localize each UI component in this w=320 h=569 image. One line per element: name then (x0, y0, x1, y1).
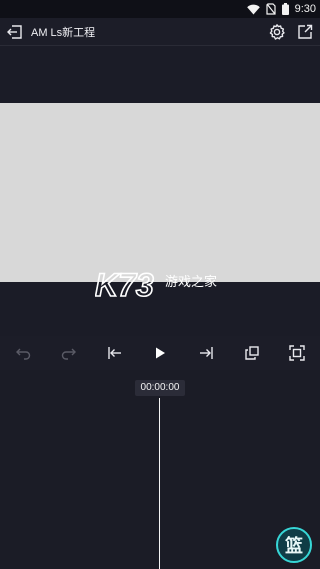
status-time: 9:30 (294, 3, 316, 15)
play-icon[interactable] (151, 344, 169, 362)
settings-icon[interactable] (268, 23, 286, 41)
video-preview[interactable] (0, 103, 320, 282)
playback-toolbar (0, 336, 320, 370)
playhead-line[interactable] (159, 398, 160, 569)
undo-icon[interactable] (14, 344, 32, 362)
redo-icon[interactable] (60, 344, 78, 362)
wifi-icon (246, 4, 260, 15)
timeline-area[interactable]: 00:00:00 (0, 370, 320, 569)
skip-to-end-icon[interactable] (197, 344, 215, 362)
app-bar: AM Ls新工程 (0, 18, 320, 46)
floating-action-glyph: 篮 (285, 536, 303, 557)
project-title: AM Ls新工程 (31, 27, 96, 39)
no-sim-icon (265, 3, 276, 15)
back-icon[interactable] (6, 23, 24, 41)
timecode-display: 00:00:00 (135, 380, 185, 396)
crop-icon[interactable] (243, 344, 261, 362)
skip-to-start-icon[interactable] (106, 344, 124, 362)
status-bar: 9:30 (0, 0, 320, 18)
preview-letterbox-top (0, 46, 320, 103)
status-icons: 9:30 (246, 2, 316, 16)
battery-icon (281, 3, 289, 15)
fullscreen-icon[interactable] (288, 344, 306, 362)
watermark-logo-text: K73 (95, 267, 154, 302)
watermark-subtitle: 游戏之家 (165, 274, 217, 290)
export-icon[interactable] (296, 23, 314, 41)
watermark-logo: K73 游戏之家 (94, 266, 225, 304)
floating-action-button[interactable]: 篮 (276, 527, 312, 563)
